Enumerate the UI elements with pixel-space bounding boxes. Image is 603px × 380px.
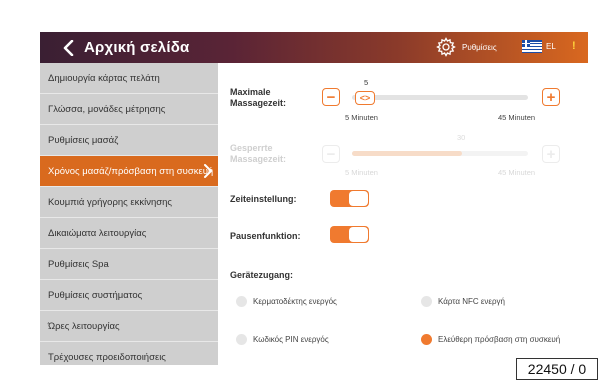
max-massage-time-min-label: 5 Minuten [345,113,378,122]
locked-massage-time-max-label: 45 Minuten [498,168,536,177]
page-title: Αρχική σελίδα [84,39,190,56]
radio-pin-code[interactable]: Κωδικός PIN ενεργός [236,334,329,345]
pause-function-label: Pausenfunktion: [230,231,301,241]
locked-massage-time-slider-fill [352,151,462,156]
chevron-left-icon [63,39,74,56]
frame-counter: 22450 / 0 [516,358,598,380]
screen-border-top [0,0,603,13]
time-setting-toggle[interactable] [330,190,369,207]
toggle-knob [349,191,368,206]
radio-nfc-card[interactable]: Κάρτα NFC ενεργή [421,296,505,307]
language-code: EL [546,42,556,51]
max-massage-time-max-label: 45 Minuten [498,113,536,122]
header-bar: Αρχική σελίδα Ρυθμίσεις EL ! [40,32,588,63]
sidebar-item-quick-start-buttons[interactable]: Κουμπιά γρήγορης εκκίνησης [40,187,218,218]
sidebar-item-operating-hours[interactable]: Ώρες λειτουργίας [40,311,218,342]
radio-coin-acceptor[interactable]: Κερματοδέκτης ενεργός [236,296,337,307]
pause-function-toggle[interactable] [330,226,369,243]
settings-button[interactable]: Ρυθμίσεις [436,37,497,57]
sidebar: Δημιουργία κάρτας πελάτη Γλώσσα, μονάδες… [40,63,218,365]
screen-border-left [0,0,28,380]
time-setting-label: Zeiteinstellung: [230,194,297,204]
radio-dot [236,296,247,307]
sidebar-item-permissions[interactable]: Δικαιώματα λειτουργίας [40,218,218,249]
max-massage-time-increase-button[interactable]: + [542,88,560,106]
toggle-knob [349,227,368,242]
settings-label: Ρυθμίσεις [462,42,497,52]
locked-massage-time-increase-button[interactable]: + [542,145,560,163]
max-massage-time-decrease-button[interactable]: − [322,88,340,106]
sidebar-item-massage-settings[interactable]: Ρυθμίσεις μασάζ [40,125,218,156]
locked-massage-time-label: Gesperrte Massagezeit: [230,143,287,164]
device-access-label: Gerätezugang: [230,270,294,280]
sidebar-item-customer-card[interactable]: Δημιουργία κάρτας πελάτη [40,63,218,94]
max-massage-time-label: Maximale Massagezeit: [230,87,287,108]
sidebar-item-current-warnings[interactable]: Τρέχουσες προειδοποιήσεις [40,342,218,365]
back-button[interactable]: Αρχική σελίδα [62,39,189,56]
gear-icon [436,37,456,57]
chevron-right-icon [204,164,212,178]
radio-dot-selected [421,334,432,345]
locked-massage-time-min-label: 5 Minuten [345,168,378,177]
max-massage-time-slider-thumb[interactable]: <> [355,91,375,105]
radio-dot [236,334,247,345]
sidebar-item-language-units[interactable]: Γλώσσα, μονάδες μέτρησης [40,94,218,125]
sidebar-item-spa-settings[interactable]: Ρυθμίσεις Spa [40,249,218,280]
sidebar-item-massage-time-access[interactable]: Χρόνος μασάζ/πρόσβαση στη συσκευή [40,156,218,187]
radio-free-access[interactable]: Ελεύθερη πρόσβαση στη συσκευή [421,334,560,345]
locked-massage-time-slider-track[interactable] [352,151,528,156]
language-selector[interactable]: EL [522,40,556,53]
locked-massage-time-value: 30 [457,133,466,142]
max-massage-time-slider-track[interactable] [352,95,528,100]
max-massage-time-value: 5 [364,78,369,87]
locked-massage-time-decrease-button[interactable]: − [322,145,340,163]
radio-dot [421,296,432,307]
sidebar-item-system-settings[interactable]: Ρυθμίσεις συστήματος [40,280,218,311]
warning-icon[interactable]: ! [572,40,576,52]
greek-flag-icon [522,40,542,53]
main-panel: Maximale Massagezeit: 5 − <> + 5 Minuten… [218,63,588,365]
